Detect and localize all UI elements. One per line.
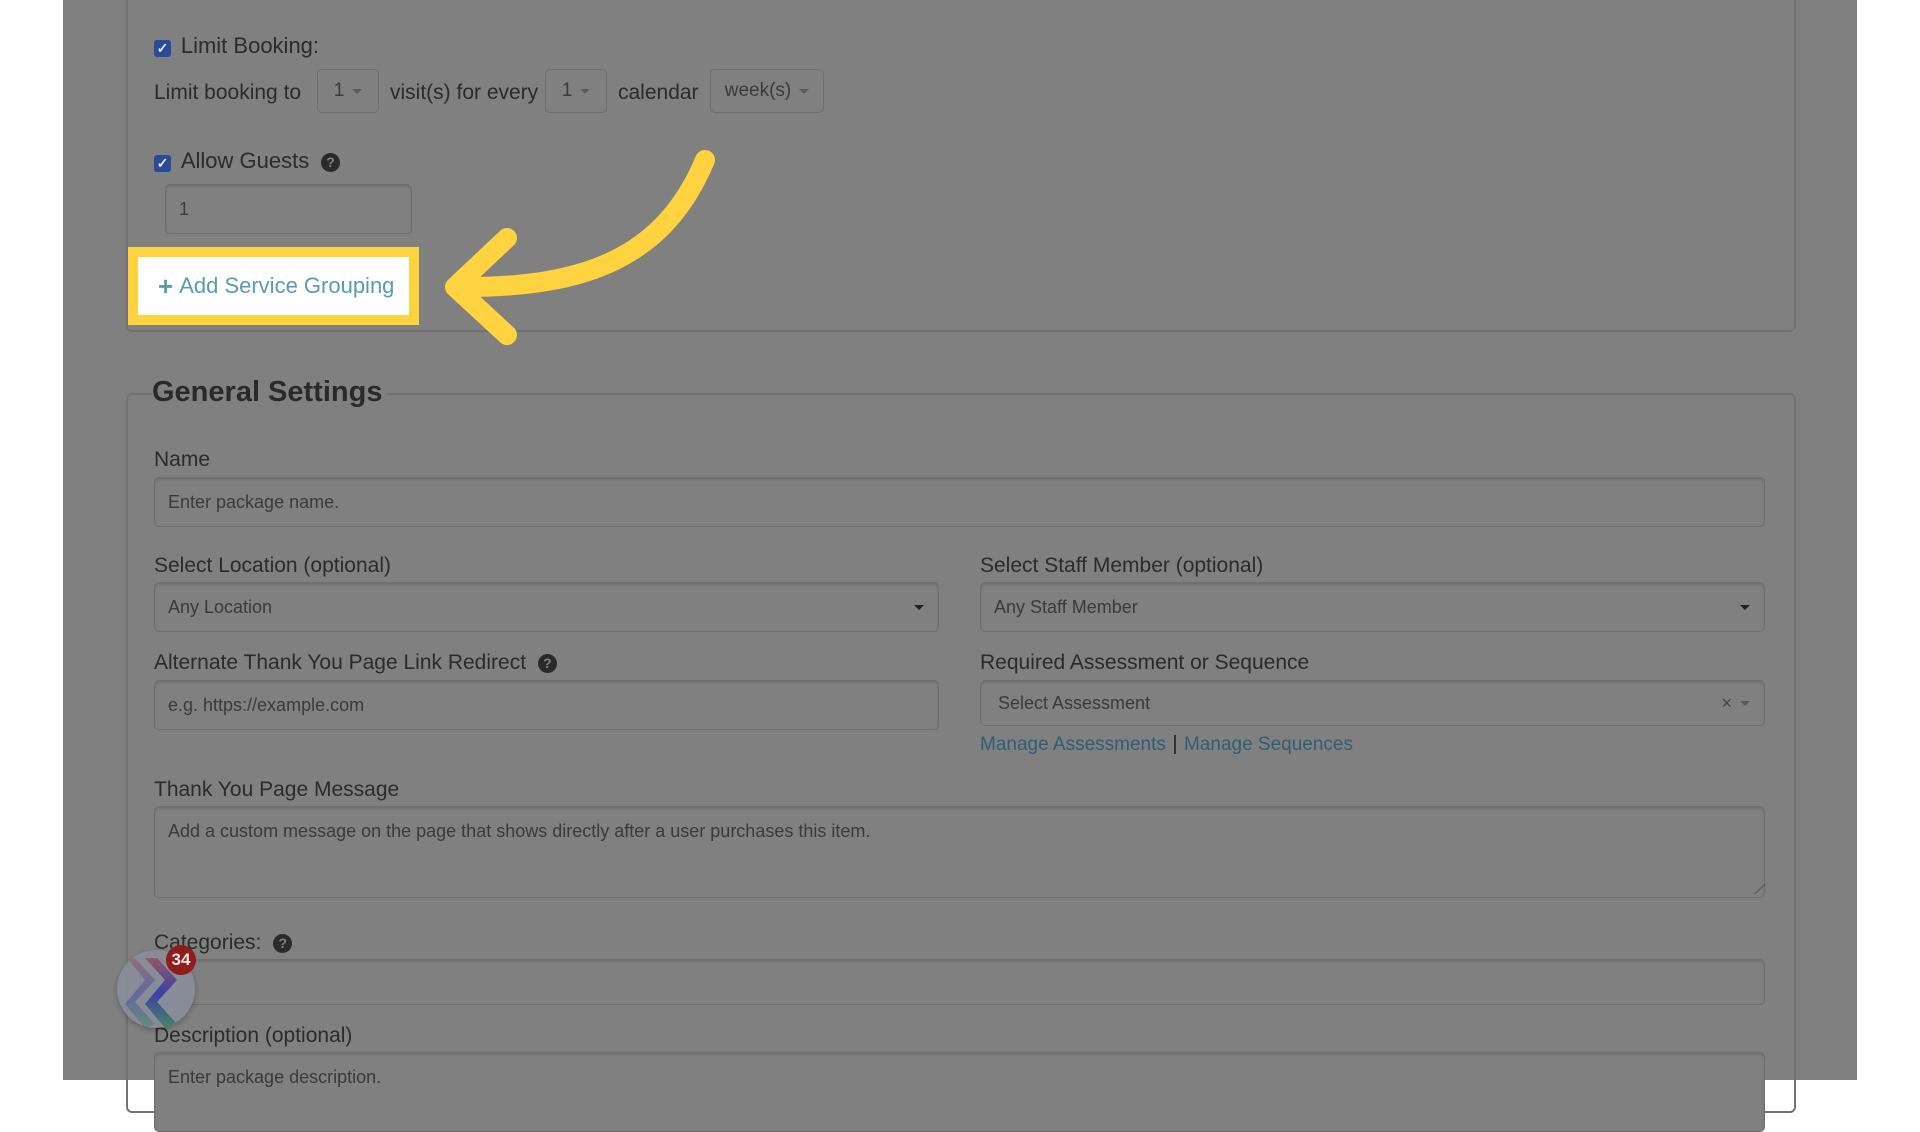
assessment-links: Manage Assessments | Manage Sequences — [980, 733, 1353, 756]
chevron-down-icon — [914, 604, 924, 610]
redirect-url-input[interactable]: e.g. https://example.com — [154, 680, 939, 730]
staff-select[interactable]: Any Staff Member — [980, 582, 1765, 632]
assessment-controls: × — [1721, 693, 1750, 714]
categories-input[interactable] — [154, 959, 1765, 1005]
staff-value: Any Staff Member — [994, 596, 1138, 617]
notification-badge: 34 — [166, 945, 196, 975]
location-select[interactable]: Any Location — [154, 582, 939, 632]
location-value: Any Location — [168, 596, 273, 617]
redirect-label-row: Alternate Thank You Page Link Redirect ? — [154, 651, 557, 675]
redirect-label: Alternate Thank You Page Link Redirect — [154, 651, 527, 674]
question-circle-icon[interactable]: ? — [273, 933, 293, 953]
link-separator: | — [1172, 733, 1178, 755]
redirect-url-placeholder: e.g. https://example.com — [168, 694, 365, 715]
description-placeholder: Enter package description. — [168, 1067, 382, 1087]
staff-label: Select Staff Member (optional) — [980, 554, 1264, 577]
clear-icon[interactable]: × — [1721, 693, 1732, 714]
assessment-value: Select Assessment — [998, 692, 1151, 713]
resize-handle-icon[interactable] — [1744, 884, 1766, 894]
arrow-shaft — [450, 150, 715, 298]
location-label: Select Location (optional) — [154, 554, 391, 577]
assessment-label: Required Assessment or Sequence — [980, 651, 1310, 674]
assessment-select[interactable]: Select Assessment × — [980, 680, 1765, 726]
package-name-input[interactable]: Enter package name. — [154, 477, 1765, 527]
manage-assessments-link[interactable]: Manage Assessments — [980, 734, 1166, 755]
chevron-down-icon — [1740, 700, 1750, 706]
name-label: Name — [154, 448, 211, 471]
question-circle-icon[interactable]: ? — [537, 653, 557, 673]
general-settings-title: General Settings — [152, 376, 387, 409]
thank-you-message-textarea[interactable]: Add a custom message on the page that sh… — [154, 806, 1766, 898]
chevron-down-icon — [1740, 604, 1750, 610]
thank-you-placeholder: Add a custom message on the page that sh… — [168, 821, 871, 841]
package-name-placeholder: Enter package name. — [168, 491, 340, 512]
manage-sequences-link[interactable]: Manage Sequences — [1184, 734, 1353, 755]
thank-you-label: Thank You Page Message — [154, 778, 400, 801]
description-textarea[interactable]: Enter package description. — [154, 1052, 1765, 1132]
description-label: Description (optional) — [154, 1024, 353, 1047]
